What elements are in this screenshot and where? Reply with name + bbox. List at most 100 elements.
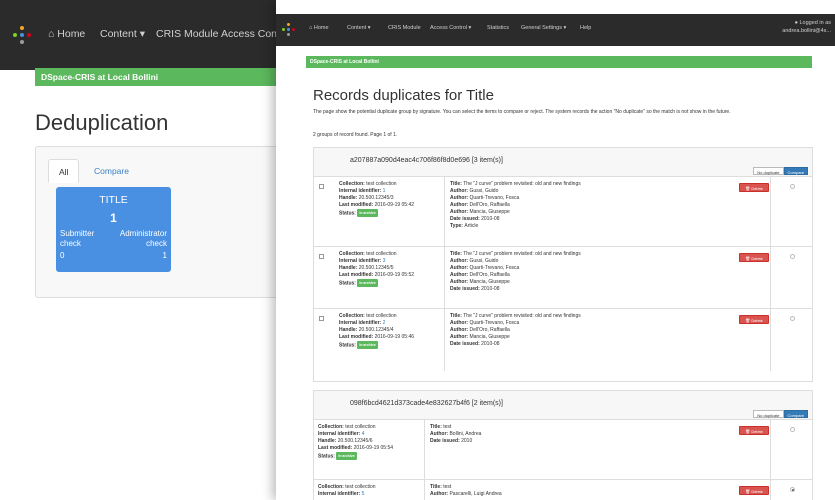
group-actions: No duplicate Compare	[753, 410, 808, 418]
duplicate-group: 098f6bcd4621d373cade4e832627b4f6 [2 item…	[313, 390, 813, 500]
field-value: Quarti-Trevano, Fosca	[469, 320, 520, 326]
field-value: Mancia, Giuseppe	[469, 209, 510, 215]
column-divider	[770, 177, 771, 247]
field-label: Status:	[339, 342, 358, 349]
field-line: Author: Quarti-Trevano, Fosca	[450, 195, 760, 202]
group-signature: a207887a090d4eac4c706f86f8d0e696 [3 item…	[350, 157, 503, 164]
column-divider	[770, 247, 771, 309]
field-line: Internal identifier: 3	[339, 258, 435, 265]
field-value: test collection	[366, 181, 397, 187]
item-metadata: Collection: test collection Internal iden…	[339, 181, 435, 217]
delete-button[interactable]: 🗑 Delete	[739, 486, 769, 495]
field-line: Date issued: 2010-08	[450, 216, 760, 223]
field-value: 2016-09-19 05:46	[374, 334, 415, 340]
delete-button[interactable]: 🗑 Delete	[739, 183, 769, 192]
field-label: Internal identifier:	[339, 258, 383, 264]
field-label: Last modified:	[339, 202, 375, 208]
field-line: Title: The "J curve" problem revisited: …	[450, 251, 760, 258]
field-label: Title:	[450, 313, 464, 319]
field-value: Mancia, Giuseppe	[469, 334, 510, 340]
nav-content[interactable]: Content ▾	[100, 28, 145, 40]
field-value: test collection	[345, 484, 376, 490]
field-line: Title: test	[430, 484, 740, 491]
field-value: test collection	[345, 424, 376, 430]
group-header: 098f6bcd4621d373cade4e832627b4f6 [2 item…	[314, 391, 812, 419]
signature-tile[interactable]: TITLE 1 Submitter check Administrator ch…	[56, 187, 171, 272]
field-label: Handle:	[339, 265, 359, 271]
field-line: Collection: test collection	[318, 424, 414, 431]
nav-access-control[interactable]: Access Control ▾	[430, 25, 471, 31]
item-details: Title: The "J curve" problem revisited: …	[450, 313, 760, 348]
field-label: Last modified:	[318, 445, 354, 451]
select-checkbox[interactable]	[319, 254, 324, 259]
user-icon: ●	[794, 20, 798, 26]
tab-all[interactable]: All	[48, 159, 80, 183]
field-line: Status: In archive	[339, 279, 435, 287]
tab-compare[interactable]: Compare	[84, 159, 139, 183]
compare-button[interactable]: Compare	[783, 410, 808, 418]
field-line: Last modified: 2016-09-19 05:52	[339, 272, 435, 279]
select-checkbox[interactable]	[319, 184, 324, 189]
field-value: Gussi, Guido	[469, 188, 499, 194]
nav-content[interactable]: Content ▾	[347, 25, 371, 31]
field-value: 2010-08	[481, 216, 500, 222]
nav-general-settings[interactable]: General Settings ▾	[521, 25, 566, 31]
field-line: Status: In archive	[318, 452, 414, 460]
select-checkbox[interactable]	[319, 316, 324, 321]
page-title: Deduplication	[35, 110, 169, 135]
column-divider	[444, 177, 445, 247]
page-title: Records duplicates for Title	[313, 87, 494, 104]
keep-radio[interactable]	[790, 427, 795, 432]
field-line: Author: Gussi, Guido	[450, 258, 760, 265]
field-label: Last modified:	[339, 272, 375, 278]
field-line: Internal identifier: 2	[339, 320, 435, 327]
field-line: Author: Bollini, Andrea	[430, 431, 740, 438]
no-duplicate-button[interactable]: No duplicate	[753, 167, 784, 175]
field-label: Collection:	[318, 484, 346, 490]
item-details: Title: The "J curve" problem revisited: …	[450, 251, 760, 293]
nav-home[interactable]: ⌂ Home	[309, 25, 329, 31]
item-metadata: Collection: test collection Internal iden…	[318, 484, 414, 498]
field-value: Quarti-Trevano, Fosca	[469, 265, 520, 271]
nav-statistics[interactable]: Statistics	[487, 25, 509, 31]
field-label: Status:	[339, 280, 358, 287]
dspace-logo-icon[interactable]	[13, 26, 31, 44]
duplicate-row: Collection: test collection Internal iden…	[314, 308, 812, 371]
field-value: 2016-09-19 05:54	[353, 445, 394, 451]
field-line: Title: test	[430, 424, 740, 431]
keep-radio[interactable]	[790, 184, 795, 189]
dspace-logo-icon[interactable]	[282, 23, 296, 37]
field-value: 20.500.12345/4	[358, 327, 394, 333]
nav-cris-module[interactable]: CRIS Module	[388, 25, 421, 31]
compare-button[interactable]: Compare	[783, 167, 808, 175]
user-menu[interactable]: ● Logged in as andrea.bollini@4s...	[782, 19, 831, 35]
field-value: Pascarelli, Luigi Andrea	[449, 491, 502, 497]
site-banner[interactable]: DSpace-CRIS at Local Bollini	[306, 56, 812, 68]
field-label: Author:	[450, 265, 470, 271]
field-line: Title: The "J curve" problem revisited: …	[450, 313, 760, 320]
keep-radio[interactable]	[790, 487, 795, 492]
item-details: Title: test Author: Bollini, Andrea Date i…	[430, 424, 740, 445]
keep-radio[interactable]	[790, 316, 795, 321]
field-value: test collection	[366, 313, 397, 319]
group-header: a207887a090d4eac4c706f86f8d0e696 [3 item…	[314, 148, 812, 176]
site-banner[interactable]: DSpace-CRIS at Local Bollini	[35, 68, 295, 86]
field-value: 2016-09-19 05:42	[374, 202, 415, 208]
nav-cris-module[interactable]: CRIS Module	[156, 28, 218, 40]
item-metadata: Collection: test collection Internal iden…	[339, 313, 435, 349]
delete-button[interactable]: 🗑 Delete	[739, 315, 769, 324]
delete-label: Delete	[751, 428, 763, 434]
keep-radio[interactable]	[790, 254, 795, 259]
nav-help[interactable]: Help	[580, 25, 591, 31]
no-duplicate-button[interactable]: No duplicate	[753, 410, 784, 418]
nav-home[interactable]: ⌂ Home	[48, 28, 85, 40]
top-navbar: ⌂ Home Content ▾ CRIS Module Access Cont…	[276, 14, 835, 46]
field-line: Handle: 20.500.12345/6	[318, 438, 414, 445]
delete-button[interactable]: 🗑 Delete	[739, 253, 769, 262]
field-value: 5	[361, 491, 365, 497]
delete-button[interactable]: 🗑 Delete	[739, 426, 769, 435]
field-label: Internal identifier:	[339, 188, 383, 194]
field-value: Mancia, Giuseppe	[469, 279, 510, 285]
intro-text: The page show the potential duplicate gr…	[313, 109, 731, 115]
field-value: Dell'Oro, Raffaella	[469, 202, 510, 208]
